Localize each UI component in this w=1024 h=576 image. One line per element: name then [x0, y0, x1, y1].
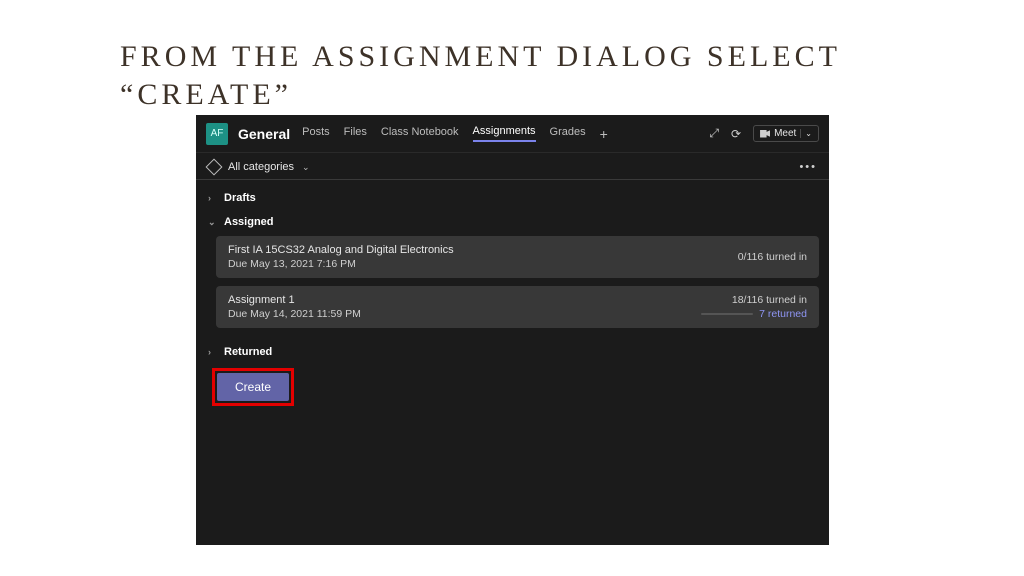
section-assigned-label: Assigned	[224, 216, 274, 228]
categories-label: All categories	[228, 161, 294, 173]
filter-row: All categories ⌄ •••	[196, 153, 829, 180]
chevron-down-icon: ⌄	[208, 217, 218, 228]
tab-posts[interactable]: Posts	[302, 126, 330, 141]
assignment-card[interactable]: Assignment 1 Due May 14, 2021 11:59 PM 1…	[216, 286, 819, 328]
tab-assignments[interactable]: Assignments	[473, 125, 536, 142]
slide-title: FROM THE ASSIGNMENT DIALOG SELECT “CREAT…	[120, 38, 964, 113]
create-button[interactable]: Create	[217, 373, 289, 401]
create-highlight-box: Create	[212, 368, 294, 406]
tab-files[interactable]: Files	[344, 126, 367, 141]
assignment-due: Due May 13, 2021 7:16 PM	[228, 258, 454, 270]
section-returned[interactable]: › Returned	[206, 340, 819, 364]
section-returned-label: Returned	[224, 346, 272, 358]
tab-grades[interactable]: Grades	[550, 126, 586, 141]
add-tab-button[interactable]: +	[600, 126, 608, 142]
chevron-down-icon: ⌄	[302, 162, 310, 173]
assignments-content: › Drafts ⌄ Assigned First IA 15CS32 Anal…	[196, 180, 829, 412]
assignment-card[interactable]: First IA 15CS32 Analog and Digital Elect…	[216, 236, 819, 278]
assignment-title: Assignment 1	[228, 294, 361, 306]
more-options-button[interactable]: •••	[799, 161, 817, 173]
channel-tabs: Posts Files Class Notebook Assignments G…	[302, 125, 709, 142]
meet-button[interactable]: Meet ⌄	[753, 125, 819, 142]
expand-icon[interactable]: ⤢	[709, 126, 719, 141]
meet-label: Meet	[774, 128, 796, 139]
camera-icon	[760, 130, 770, 138]
section-drafts-label: Drafts	[224, 192, 256, 204]
team-avatar[interactable]: AF	[206, 123, 228, 145]
refresh-icon[interactable]: ⟳	[731, 127, 741, 141]
assignment-turned-in: 18/116 turned in	[701, 294, 807, 306]
chevron-right-icon: ›	[208, 347, 218, 357]
header-actions: ⤢ ⟳ Meet ⌄	[709, 125, 819, 142]
assignment-returned: 7 returned	[701, 308, 807, 320]
teams-screenshot: AF General Posts Files Class Notebook As…	[196, 115, 829, 545]
section-assigned[interactable]: ⌄ Assigned	[206, 210, 819, 234]
assignment-title: First IA 15CS32 Analog and Digital Elect…	[228, 244, 454, 256]
progress-bar	[701, 313, 753, 315]
channel-name[interactable]: General	[238, 126, 290, 142]
channel-header: AF General Posts Files Class Notebook As…	[196, 115, 829, 153]
assignment-due: Due May 14, 2021 11:59 PM	[228, 308, 361, 320]
chevron-right-icon: ›	[208, 193, 218, 203]
assignment-turned-in: 0/116 turned in	[738, 251, 807, 263]
categories-filter[interactable]: All categories ⌄	[208, 161, 310, 173]
assigned-list: First IA 15CS32 Analog and Digital Elect…	[206, 234, 819, 340]
tab-class-notebook[interactable]: Class Notebook	[381, 126, 459, 141]
section-drafts[interactable]: › Drafts	[206, 186, 819, 210]
tag-icon	[206, 159, 223, 176]
chevron-down-icon[interactable]: ⌄	[800, 129, 812, 138]
